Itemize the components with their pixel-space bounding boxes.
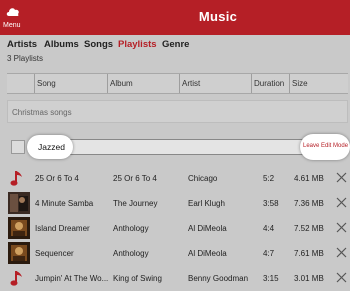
close-icon[interactable]	[336, 272, 347, 283]
tab-artists[interactable]: Artists	[7, 39, 37, 50]
song-duration: 5:2	[263, 174, 275, 183]
close-icon[interactable]	[336, 247, 347, 258]
table-row[interactable]: Sequencer Anthology Al DiMeola 4:7 7.61 …	[0, 241, 350, 266]
column-album[interactable]: Album	[110, 79, 133, 88]
song-size: 3.01 MB	[294, 274, 324, 283]
album-art	[8, 217, 30, 239]
tab-playlists[interactable]: Playlists	[118, 39, 157, 50]
playlist-count: 3 Playlists	[7, 54, 44, 63]
song-artist: Earl Klugh	[188, 199, 225, 208]
close-icon[interactable]	[336, 222, 347, 233]
song-duration: 4:7	[263, 249, 275, 258]
song-album: King of Swing	[113, 274, 162, 283]
song-artist: Chicago	[188, 174, 218, 183]
select-checkbox[interactable]	[11, 140, 25, 154]
column-divider	[251, 74, 252, 93]
leave-edit-mode-button[interactable]: Leave Edit Mode	[300, 134, 350, 160]
column-song[interactable]: Song	[37, 79, 56, 88]
song-album: Anthology	[113, 224, 149, 233]
song-artist: Benny Goodman	[188, 274, 249, 283]
leave-edit-mode-label: Leave Edit Mode	[303, 143, 349, 149]
song-duration: 3:15	[263, 274, 279, 283]
tab-albums[interactable]: Albums	[44, 39, 79, 50]
close-icon[interactable]	[336, 197, 347, 208]
song-title: Sequencer	[35, 249, 74, 258]
song-size: 7.36 MB	[294, 199, 324, 208]
column-divider	[107, 74, 108, 93]
album-art	[8, 242, 30, 264]
playlist-name-text: Jazzed	[38, 142, 65, 152]
song-album: Anthology	[113, 249, 149, 258]
column-size[interactable]: Size	[292, 79, 308, 88]
song-title: 4 Minute Samba	[35, 199, 94, 208]
song-duration: 4:4	[263, 224, 275, 233]
song-album: The Journey	[113, 199, 158, 208]
close-icon[interactable]	[336, 172, 347, 183]
tab-songs[interactable]: Songs	[84, 39, 113, 50]
table-row[interactable]: Island Dreamer Anthology Al DiMeola 4:4 …	[0, 216, 350, 241]
table-row[interactable]: Jumpin' At The Wo... King of Swing Benny…	[0, 266, 350, 291]
playlist-item-christmas-songs[interactable]: Christmas songs	[7, 100, 348, 123]
song-artist: Al DiMeola	[188, 224, 227, 233]
song-size: 7.52 MB	[294, 224, 324, 233]
column-duration[interactable]: Duration	[254, 79, 284, 88]
song-title: 25 Or 6 To 4	[35, 174, 79, 183]
song-duration: 3:58	[263, 199, 279, 208]
music-note-icon	[10, 171, 22, 186]
playlist-name-bubble[interactable]: Jazzed	[27, 135, 73, 159]
column-divider	[289, 74, 290, 93]
song-title: Jumpin' At The Wo...	[35, 274, 109, 283]
column-header: Song Album Artist Duration Size	[7, 73, 348, 94]
category-tabs: Artists Albums Songs Playlists Genre	[0, 35, 350, 52]
album-art	[8, 192, 30, 214]
music-note-icon	[10, 271, 22, 286]
song-title: Island Dreamer	[35, 224, 90, 233]
song-size: 4.61 MB	[294, 174, 324, 183]
song-list: 25 Or 6 To 4 25 Or 6 To 4 Chicago 5:2 4.…	[0, 166, 350, 291]
app-title: Music	[198, 9, 238, 24]
tab-genre[interactable]: Genre	[162, 39, 189, 50]
song-artist: Al DiMeola	[188, 249, 227, 258]
column-divider	[179, 74, 180, 93]
table-row[interactable]: 25 Or 6 To 4 25 Or 6 To 4 Chicago 5:2 4.…	[0, 166, 350, 191]
song-album: 25 Or 6 To 4	[113, 174, 157, 183]
column-divider	[34, 74, 35, 93]
column-artist[interactable]: Artist	[182, 79, 200, 88]
table-row[interactable]: 4 Minute Samba The Journey Earl Klugh 3:…	[0, 191, 350, 216]
playlist-name: Christmas songs	[12, 108, 72, 117]
top-bar: Menu Music	[0, 0, 350, 35]
song-size: 7.61 MB	[294, 249, 324, 258]
